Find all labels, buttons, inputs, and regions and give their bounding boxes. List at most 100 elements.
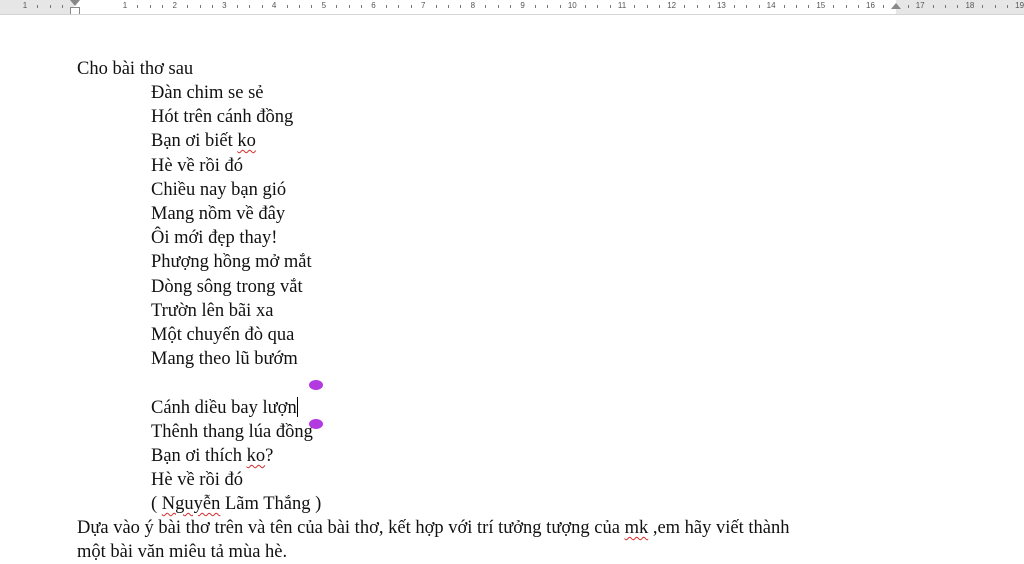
- line-text: Dựa vào ý bài thơ trên và tên của bài th…: [77, 518, 625, 538]
- ruler-tick: [187, 5, 189, 8]
- ruler-tick: [137, 5, 139, 8]
- poem-line: Bạn ơi biết ko: [151, 129, 256, 153]
- spelling-error-word: ko: [246, 446, 266, 466]
- intro-line: Cho bài thơ sau: [77, 59, 194, 79]
- ruler-number: 2: [172, 1, 177, 10]
- line-text: Chiều nay bạn gió: [151, 180, 287, 200]
- ruler-tick: [249, 5, 251, 8]
- ruler-tick: [497, 5, 499, 8]
- line-text: Bạn ơi thích: [151, 446, 247, 466]
- poem-line: Cánh diều bay lượn: [151, 396, 298, 420]
- ruler-tick: [236, 5, 238, 8]
- ruler-tick: [1007, 5, 1009, 8]
- line-text: Đàn chim se sẻ: [151, 83, 264, 103]
- prompt-line: Dựa vào ý bài thơ trên và tên của bài th…: [77, 516, 789, 540]
- ruler-tick: [659, 5, 661, 8]
- ruler-tick: [696, 5, 698, 8]
- line-text: Thênh thang lúa đồng: [151, 422, 313, 442]
- ruler-number: 18: [965, 1, 975, 10]
- line-text: Một chuyến đò qua: [151, 325, 295, 345]
- poem-line: Thênh thang lúa đồng: [151, 420, 313, 444]
- ruler-tick: [609, 5, 611, 8]
- ruler-number: 13: [716, 1, 726, 10]
- ruler-number: 4: [271, 1, 277, 10]
- ruler-tick: [584, 5, 586, 8]
- ruler-tick: [385, 5, 387, 8]
- ruler-tick: [211, 5, 213, 8]
- ruler-number: 9: [520, 1, 525, 10]
- ruler-tick: [882, 5, 884, 8]
- spelling-error-word: ko: [237, 131, 256, 151]
- ruler-tick: [708, 5, 710, 8]
- line-text: Trườn lên bãi xa: [151, 301, 274, 321]
- ruler-tick: [808, 5, 810, 8]
- ruler-tick: [932, 5, 934, 8]
- ruler-tick: [448, 5, 450, 8]
- line-text: Hè về rồi đó: [151, 470, 243, 490]
- line-text: Ôi mới đẹp thay!: [151, 228, 278, 248]
- line-text: ?: [265, 446, 274, 466]
- ruler-tick: [547, 5, 549, 8]
- line-text: Phượng hồng mở mắt: [151, 252, 312, 272]
- document-page[interactable]: Cho bài thơ sau Đàn chim se sẻ Hót trên c…: [0, 15, 1024, 562]
- ruler-tick: [795, 5, 797, 8]
- ruler-tick: [634, 5, 636, 8]
- ruler-tick: [733, 5, 735, 8]
- line-text: Lãm Thắng ): [220, 494, 322, 514]
- line-text: Dòng sông trong vắt: [151, 277, 303, 297]
- text-cursor: [296, 397, 298, 417]
- ruler-tick: [907, 5, 909, 8]
- prompt-line: một bài văn miêu tả mùa hè.: [77, 540, 287, 564]
- ruler-tick: [783, 5, 785, 8]
- ruler-tick: [298, 5, 300, 8]
- ruler-number: 15: [816, 1, 826, 10]
- ruler-tick: [535, 5, 537, 8]
- selection-handle-top[interactable]: [309, 380, 323, 390]
- ruler-number: 3: [222, 1, 227, 10]
- ruler-number: 14: [766, 1, 776, 10]
- poem-line: Mang nồm về đây: [151, 202, 285, 226]
- poem-line: Phượng hồng mở mắt: [151, 250, 312, 274]
- ruler-tick: [510, 5, 512, 8]
- poem-line: Trườn lên bãi xa: [151, 299, 273, 323]
- ruler-number: 8: [470, 1, 476, 10]
- right-indent-marker[interactable]: [891, 3, 901, 9]
- ruler-tick: [348, 5, 350, 8]
- poem-line: Một chuyến đò qua: [151, 323, 294, 347]
- first-line-indent-marker[interactable]: [70, 0, 80, 6]
- ruler-tick: [746, 5, 748, 8]
- ruler-number: 19: [1015, 1, 1024, 10]
- ruler-number: 17: [915, 1, 925, 10]
- line-text: Hè về rồi đó: [151, 156, 243, 176]
- line-text: Mang nồm về đây: [151, 204, 286, 224]
- ruler-tick: [994, 5, 996, 8]
- ruler-tick: [311, 5, 313, 8]
- ruler-tick: [982, 5, 984, 8]
- line-text: (: [151, 494, 162, 514]
- ruler-tick: [833, 5, 835, 8]
- horizontal-ruler[interactable]: 1 1 2 3 4 5 6 7 8 9 10 11 12 13 14 15 16 17 18 19: [0, 0, 1024, 15]
- ruler-tick: [858, 5, 860, 8]
- ruler-number: 5: [321, 1, 327, 10]
- ruler-number: 16: [866, 1, 875, 10]
- ruler-tick: [199, 5, 201, 8]
- poem-line: Hót trên cánh đồng: [151, 105, 293, 129]
- ruler-tick: [398, 5, 400, 8]
- ruler-tick: [845, 5, 847, 8]
- ruler-tick: [684, 5, 686, 8]
- ruler-tick: [945, 5, 947, 8]
- ruler-tick: [597, 5, 599, 8]
- ruler-number: 10: [567, 1, 577, 10]
- poem-line: ( Nguyễn Lãm Thắng ): [151, 492, 321, 516]
- ruler-tick: [286, 5, 288, 8]
- ruler-tick: [460, 5, 462, 8]
- ruler-tick: [646, 5, 648, 8]
- ruler-tick: [49, 5, 51, 8]
- poem-line: Chiều nay bạn gió: [151, 178, 286, 202]
- selection-handle-bottom[interactable]: [309, 419, 323, 429]
- ruler-tick: [336, 5, 338, 8]
- left-indent-marker[interactable]: [70, 7, 80, 14]
- spelling-error-word: mk: [624, 518, 649, 538]
- line-text: Cánh diều bay lượn: [151, 398, 297, 418]
- poem-line: Dòng sông trong vắt: [151, 275, 303, 299]
